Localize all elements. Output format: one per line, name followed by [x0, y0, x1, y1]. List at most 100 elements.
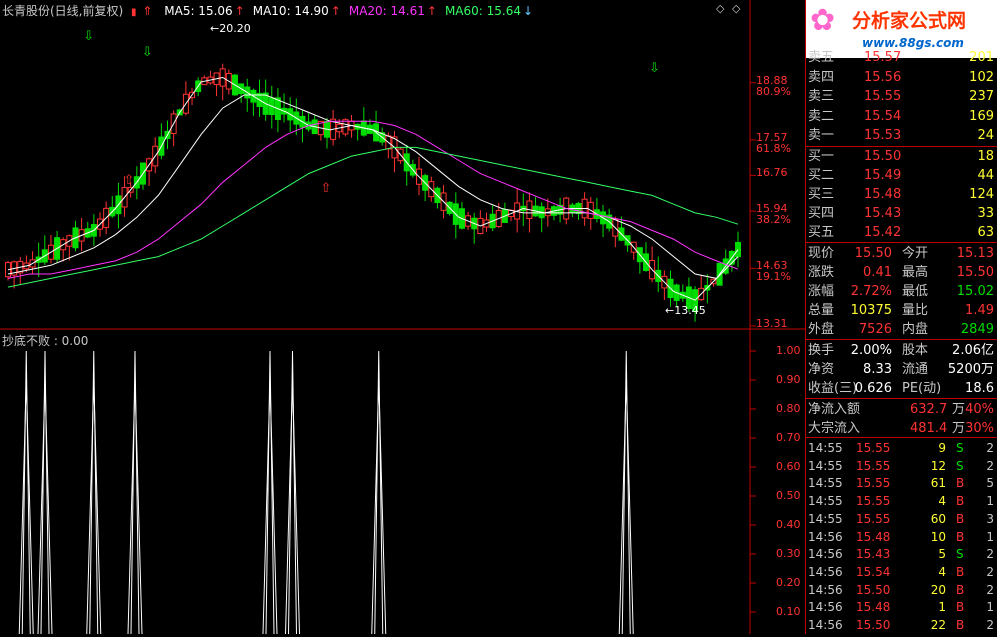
stat-label: 股本 [902, 343, 929, 358]
order-label: 卖一 [808, 128, 835, 143]
sell-row: 卖二 15.54 169 [806, 107, 997, 126]
order-label: 买五 [808, 225, 835, 240]
flow-pct: 40% [965, 402, 994, 417]
tick-volume: 10 [930, 529, 946, 544]
tick-time: 14:56 [808, 529, 843, 544]
tick-volume: 22 [930, 618, 946, 632]
ma-label-3: MA60: 15.64 [444, 4, 521, 18]
tick-side: B [956, 618, 965, 632]
flow-value: 632.7 [910, 402, 948, 417]
chart-area[interactable]: ⇩ ⇧ ⇩ ⇧ ⇩ 长青股份(日线,前复权) ▮ ⇑ MA5: 15.06 ↑ MA10: … [0, 0, 805, 635]
indicator-tick: 0.10 [776, 605, 801, 618]
tick-row: 14:56 15.54 4 B 2 [806, 563, 997, 582]
tick-count: 2 [986, 582, 994, 597]
indicator-spike [86, 380, 102, 635]
high-price-label: ←20.20 [210, 22, 251, 35]
stat-value: 15.50 [956, 265, 994, 280]
stat-row: 涨跌 0.41 最高 15.50 [806, 263, 997, 282]
pct-tick: 61.8% [756, 141, 791, 155]
ma-line-ma10 [7, 94, 739, 279]
down-arrow-icon: ⇩ [649, 61, 660, 76]
tick-row: 14:55 15.55 4 B 1 [806, 492, 997, 511]
high-marker-icon: ← [210, 22, 220, 35]
tick-volume: 4 [938, 564, 946, 579]
flow-label: 净流入额 [808, 402, 861, 417]
stat-value: 7526 [858, 322, 892, 337]
stat-value: 2.72% [850, 284, 892, 299]
tick-time: 14:55 [808, 441, 843, 455]
quote-panel: ✿ 分析家公式网 www.88gs.com 卖五 15.57 201 卖四 15.56 1… [805, 0, 997, 634]
stat-row: 外盘 7526 内盘 2849 [806, 320, 997, 339]
tick-side: B [956, 582, 965, 597]
stat-row: 净资 8.33 流通 5200万 [806, 360, 997, 379]
tick-count: 1 [986, 494, 994, 509]
brand-name: 分析家公式网 [852, 10, 967, 32]
tick-side: S [956, 458, 964, 473]
ma-label-0: MA5: 15.06 [164, 4, 233, 18]
order-price: 15.57 [864, 50, 902, 65]
stat-value: 8.33 [863, 362, 892, 377]
stat-value: 10375 [850, 303, 892, 318]
arrow-icon: ↑ [330, 4, 341, 18]
order-volume: 44 [977, 168, 994, 183]
ma-line-ma60 [7, 146, 739, 288]
flow-unit: 万 [952, 402, 966, 417]
tick-row: 14:55 15.55 60 B 3 [806, 510, 997, 529]
tick-time: 14:55 [808, 511, 843, 526]
up-arrow-icon: ⇧ [321, 181, 332, 196]
flow-label: 大宗流入 [808, 421, 861, 436]
stat-value: 2.06亿 [952, 343, 994, 358]
pct-tick: 80.9% [756, 84, 791, 98]
stat-row: 换手 2.00% 股本 2.06亿 [806, 341, 997, 360]
indicator-tick: 0.60 [776, 460, 801, 473]
buy-row: 买五 15.42 63 [806, 223, 997, 242]
buy-row: 买四 15.43 33 [806, 204, 997, 223]
order-price: 15.43 [864, 206, 902, 221]
stat-label: 换手 [808, 343, 835, 358]
tick-time: 14:55 [808, 476, 843, 491]
indicator-spike [285, 380, 300, 635]
stat-value: 2849 [960, 322, 994, 337]
stat-value: 18.6 [965, 381, 994, 396]
window-controls[interactable]: ◇ ◇ [716, 2, 740, 15]
sell-row: 卖三 15.55 237 [806, 87, 997, 106]
stat-row: 收益(三) 0.626 PE(动) 18.6 [806, 379, 997, 398]
stat-label: 净资 [808, 362, 835, 377]
stat-label: 今开 [902, 246, 929, 261]
order-volume: 33 [977, 206, 994, 221]
stat-label: 内盘 [902, 322, 929, 337]
stat-value: 0.626 [854, 381, 892, 396]
sell-row: 卖一 15.53 24 [806, 126, 997, 145]
indicator-title: 抄底不败 : 0.00 [2, 334, 89, 348]
tick-volume: 60 [930, 511, 946, 526]
flow-value: 481.4 [910, 421, 948, 436]
tick-row: 14:56 15.48 10 B 1 [806, 528, 997, 547]
stat-value: 15.50 [854, 246, 892, 261]
order-volume: 201 [969, 50, 994, 65]
tick-time: 14:55 [808, 458, 843, 473]
ma-label-2: MA20: 14.61 [348, 4, 425, 18]
tick-row: 14:55 15.55 9 S 2 [806, 439, 997, 458]
tick-count: 1 [986, 529, 994, 544]
tick-price: 15.55 [856, 511, 891, 526]
stat-label: 外盘 [808, 322, 835, 337]
stat-value: 15.13 [956, 246, 994, 261]
maximize-icon[interactable]: ◇ [732, 2, 740, 15]
order-volume: 102 [969, 69, 994, 85]
marker-icon: ▮ [131, 7, 137, 18]
tick-side: S [956, 547, 964, 562]
indicator-tick: 0.40 [776, 518, 801, 531]
arrow-icon: ↓ [523, 4, 534, 18]
stat-row: 现价 15.50 今开 15.13 [806, 244, 997, 263]
restore-icon[interactable]: ◇ [716, 2, 724, 15]
tick-price: 15.48 [856, 529, 891, 544]
tick-side: B [956, 529, 965, 544]
divider [806, 242, 997, 243]
tick-price: 15.50 [856, 582, 891, 597]
order-price: 15.50 [864, 149, 902, 164]
tick-side: B [956, 511, 965, 526]
stat-label: 现价 [808, 246, 835, 261]
kline-chart[interactable]: ⇩ ⇧ ⇩ ⇧ ⇩ [0, 0, 805, 635]
flow-row: 大宗流入 481.4 万 30% [806, 419, 997, 438]
stat-value: 0.41 [863, 265, 892, 280]
